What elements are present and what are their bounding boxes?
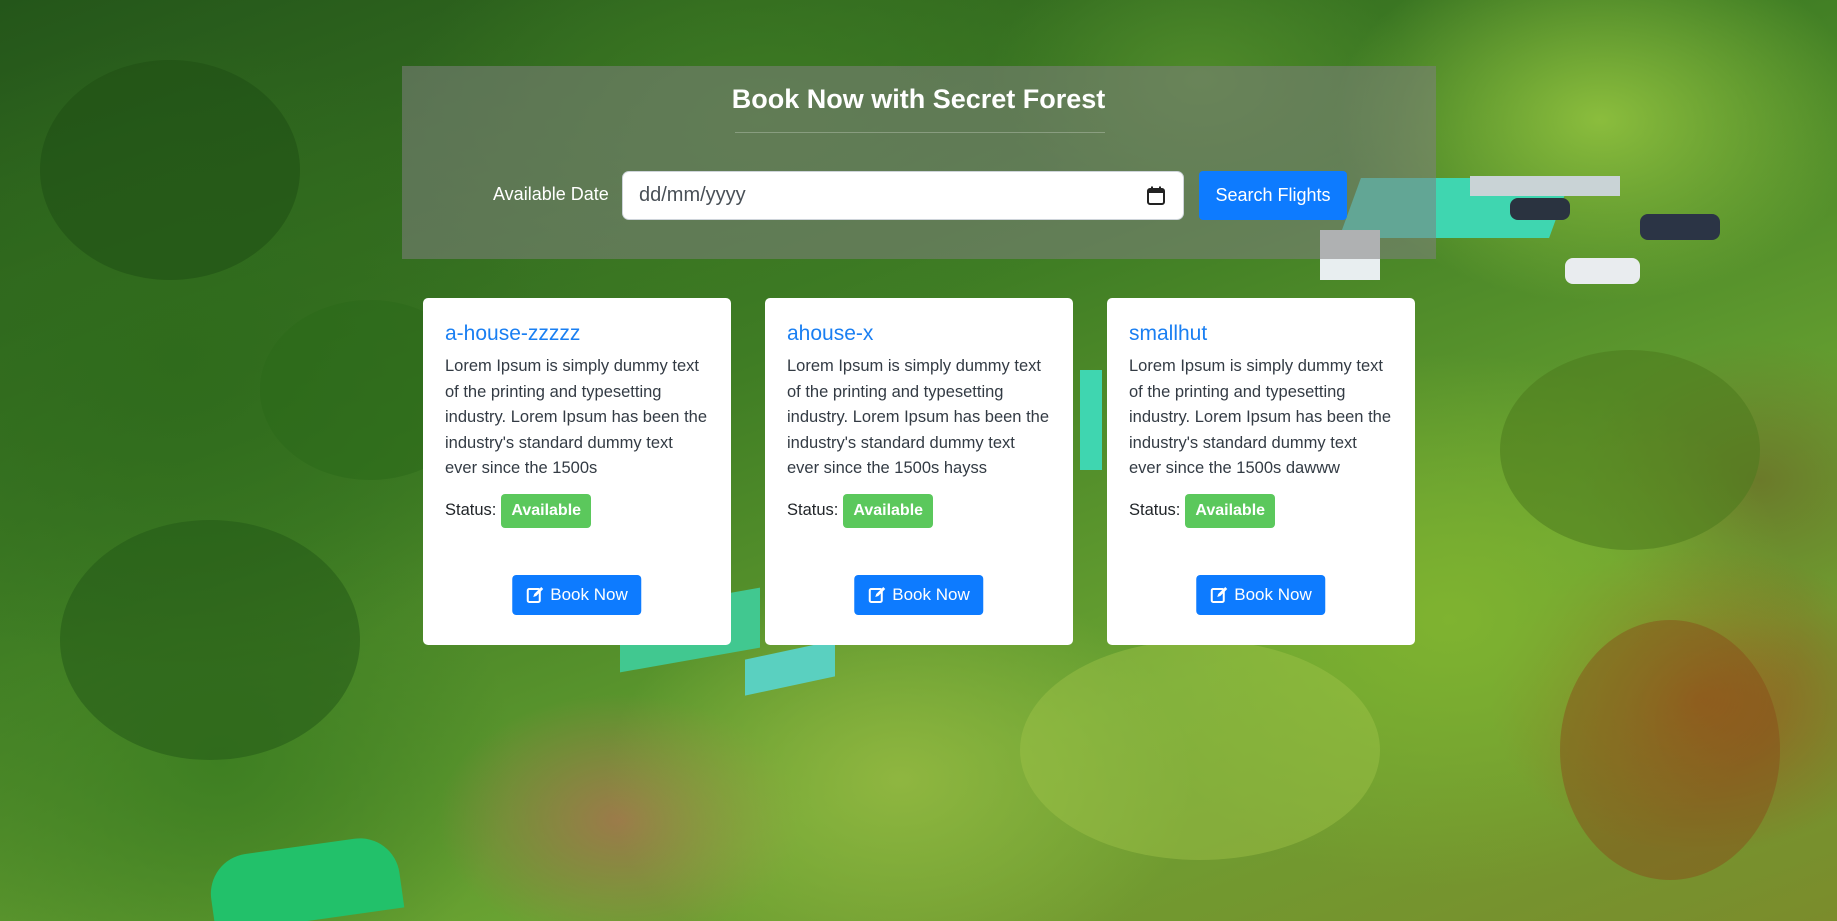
book-now-button[interactable]: Book Now <box>1196 575 1326 615</box>
status-row: Status: Available <box>1129 493 1393 528</box>
book-now-label: Book Now <box>1234 585 1312 604</box>
book-now-button[interactable]: Book Now <box>854 575 984 615</box>
book-now-label: Book Now <box>550 585 628 604</box>
edit-icon <box>526 586 544 604</box>
listing-title: smallhut <box>1129 322 1208 345</box>
page-title: Book Now with Secret Forest <box>731 84 1106 114</box>
search-flights-button[interactable]: Search Flights <box>1199 171 1347 220</box>
book-now-button[interactable]: Book Now <box>512 575 642 615</box>
edit-icon <box>868 586 886 604</box>
available-date-input[interactable]: dd/mm/yyyy <box>622 171 1184 220</box>
listing-card: a-house-zzzzz Lorem Ipsum is simply dumm… <box>423 298 731 645</box>
edit-icon <box>1210 586 1228 604</box>
date-input-placeholder: dd/mm/yyyy <box>639 184 746 206</box>
calendar-icon[interactable] <box>1145 185 1167 207</box>
listing-title: ahouse-x <box>787 322 874 345</box>
listing-title: a-house-zzzzz <box>445 322 581 345</box>
status-badge: Available <box>1185 493 1276 528</box>
available-date-label: Available Date <box>493 184 609 204</box>
status-label: Status: <box>445 501 497 519</box>
listing-card: smallhut Lorem Ipsum is simply dummy tex… <box>1107 298 1415 645</box>
status-badge: Available <box>843 493 934 528</box>
status-label: Status: <box>787 501 839 519</box>
status-row: Status: Available <box>445 493 709 528</box>
listing-description: Lorem Ipsum is simply dummy text of the … <box>787 357 1050 477</box>
title-divider <box>735 132 1105 133</box>
listing-description: Lorem Ipsum is simply dummy text of the … <box>1129 357 1392 477</box>
book-now-label: Book Now <box>892 585 970 604</box>
listing-card: ahouse-x Lorem Ipsum is simply dummy tex… <box>765 298 1073 645</box>
status-label: Status: <box>1129 501 1181 519</box>
status-row: Status: Available <box>787 493 1051 528</box>
listing-description: Lorem Ipsum is simply dummy text of the … <box>445 357 708 477</box>
status-badge: Available <box>501 493 592 528</box>
